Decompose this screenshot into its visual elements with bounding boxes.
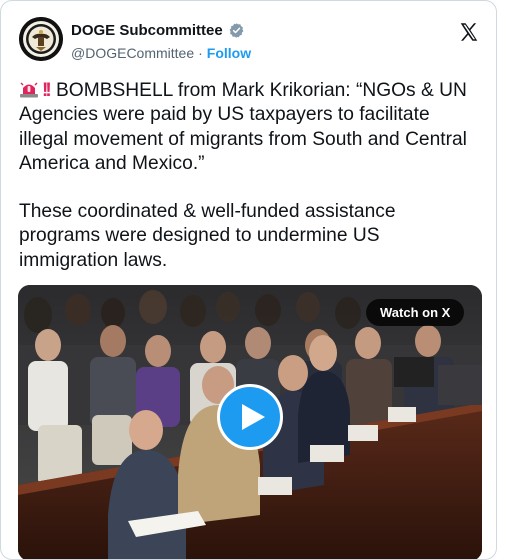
watch-on-x-button[interactable]: Watch on X (366, 299, 465, 326)
handle[interactable]: @DOGECommittee (71, 45, 194, 61)
siren-emoji-icon (19, 80, 39, 98)
video-media[interactable]: Watch on X (18, 285, 482, 559)
tweet-card: DOGE Subcommittee @DOGECommittee · Follo… (0, 0, 497, 560)
tweet-text: !! BOMBSHELL from Mark Krikorian: “NGOs … (19, 79, 481, 273)
separator: · (198, 45, 203, 61)
verified-badge-icon (228, 22, 245, 39)
tweet-header: DOGE Subcommittee @DOGECommittee · Follo… (1, 1, 496, 71)
paragraph-1-text: BOMBSHELL from Mark Krikorian: “NGOs & U… (19, 80, 467, 174)
tweet-paragraph-2: These coordinated & well-funded assistan… (19, 201, 396, 271)
x-logo-icon[interactable] (458, 21, 480, 43)
tweet-paragraph-1: !! BOMBSHELL from Mark Krikorian: “NGOs … (19, 79, 481, 176)
handle-row: @DOGECommittee · Follow (71, 45, 251, 61)
play-icon (242, 404, 265, 430)
display-name[interactable]: DOGE Subcommittee (71, 22, 223, 39)
avatar[interactable] (19, 17, 63, 61)
follow-button[interactable]: Follow (207, 45, 251, 61)
play-button[interactable] (217, 384, 283, 450)
name-row: DOGE Subcommittee (71, 22, 245, 39)
double-exclamation-emoji-icon: !! (42, 80, 52, 101)
